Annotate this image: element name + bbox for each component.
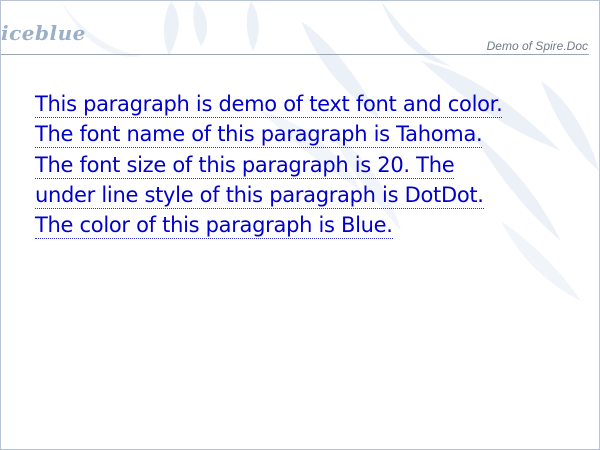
- paragraph-line: The font name of this paragraph is Tahom…: [35, 119, 591, 149]
- paragraph-line-text: The color of this paragraph is Blue.: [35, 213, 393, 240]
- header-caption: Demo of Spire.Doc: [486, 39, 588, 53]
- paragraph-line-text: This paragraph is demo of text font and …: [35, 92, 503, 118]
- header-divider: [1, 54, 589, 55]
- paragraph-line-text: The font name of this paragraph is Tahom…: [35, 122, 483, 149]
- paragraph-line: The color of this paragraph is Blue.: [35, 210, 591, 240]
- paragraph-line: The font size of this paragraph is 20. T…: [35, 150, 591, 180]
- brand-logo: iceblue: [1, 21, 86, 45]
- paragraph-line-text: The font size of this paragraph is 20. T…: [35, 152, 455, 179]
- demo-paragraph: This paragraph is demo of text font and …: [35, 89, 591, 240]
- paragraph-line-text: under line style of this paragraph is Do…: [35, 182, 484, 209]
- document-page: iceblue Demo of Spire.Doc This paragraph…: [0, 0, 600, 450]
- paragraph-line: This paragraph is demo of text font and …: [35, 89, 591, 119]
- paragraph-line: under line style of this paragraph is Do…: [35, 180, 591, 210]
